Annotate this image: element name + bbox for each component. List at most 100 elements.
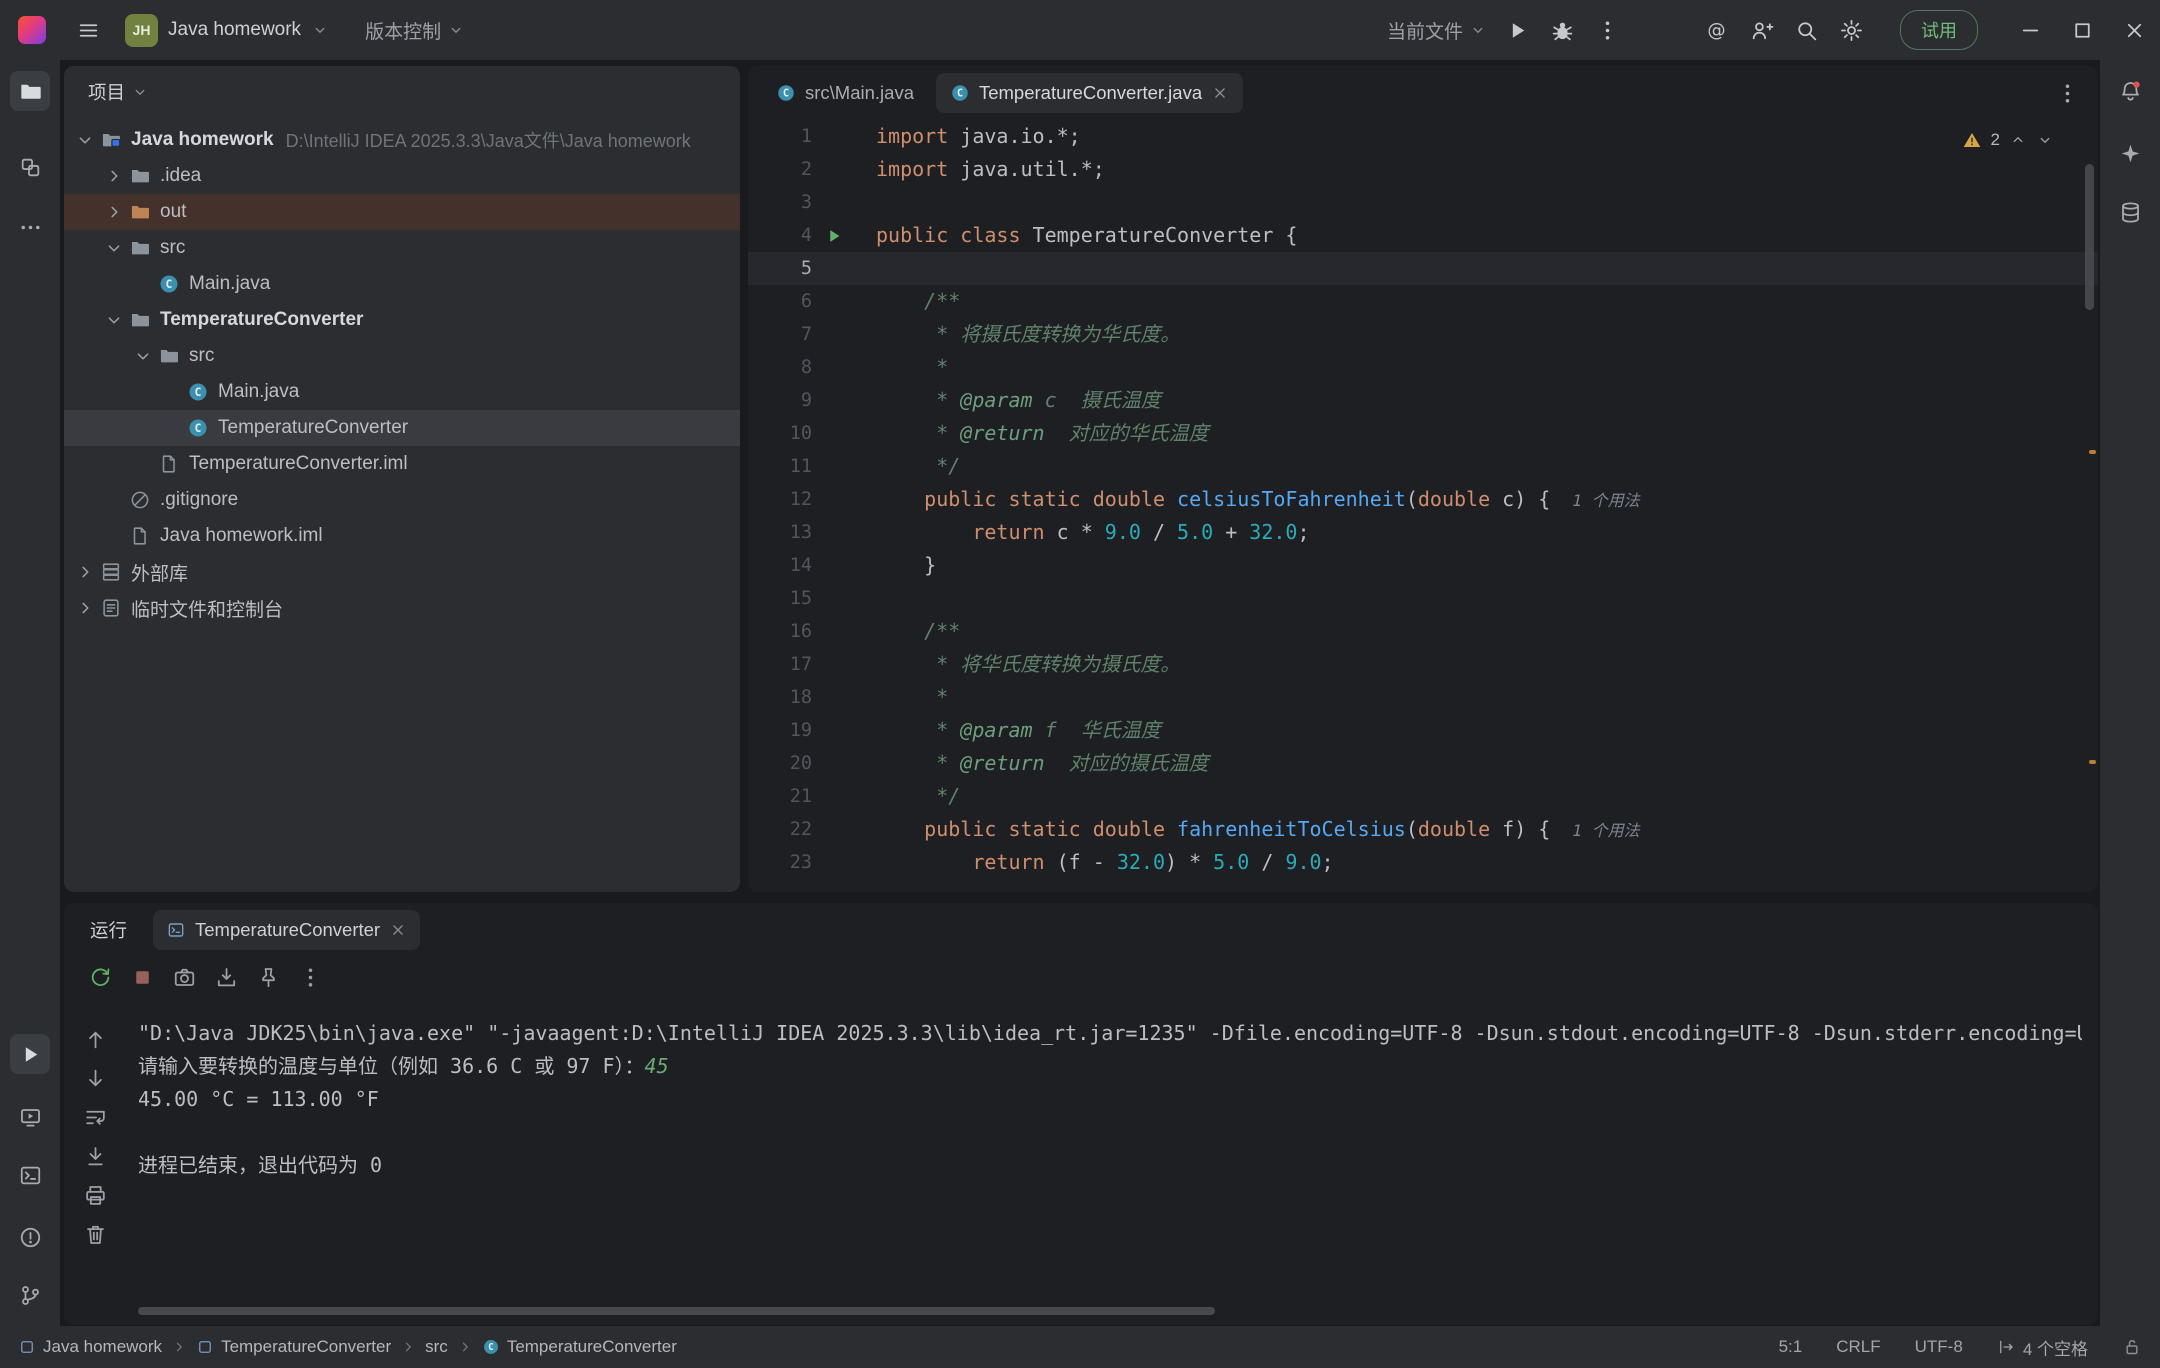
stop-icon[interactable] — [130, 965, 155, 990]
indent-setting[interactable]: 4 个空格 — [1997, 1335, 2088, 1360]
code-line-11[interactable]: 11 */ — [748, 450, 2098, 483]
project-panel-header[interactable]: 项目 — [64, 66, 740, 118]
settings-icon[interactable] — [1839, 18, 1864, 43]
run-line-icon[interactable] — [824, 226, 844, 246]
soft-wrap-icon[interactable] — [83, 1105, 108, 1130]
chevron-down-icon[interactable] — [103, 237, 125, 259]
code-line-18[interactable]: 18 * — [748, 681, 2098, 714]
prev-occurrence-icon[interactable] — [83, 1027, 108, 1052]
project-widget[interactable]: JH Java homework — [125, 14, 329, 47]
more-actions-icon[interactable] — [1595, 18, 1620, 43]
search-everywhere-icon[interactable] — [1794, 18, 1819, 43]
clear-all-icon[interactable] — [83, 1222, 108, 1247]
line-separator[interactable]: CRLF — [1836, 1337, 1880, 1357]
code-line-17[interactable]: 17 * 将华氏度转换为摄氏度。 — [748, 648, 2098, 681]
tree-item-tc-iml[interactable]: TemperatureConverter.iml — [64, 446, 740, 482]
tab-temperatureconverter-java[interactable]: C TemperatureConverter.java — [936, 73, 1243, 113]
editor-options-icon[interactable] — [2055, 81, 2080, 106]
code-line-20[interactable]: 20 * @return 对应的摄氏温度 — [748, 747, 2098, 780]
tree-item-java-homework[interactable]: Java homeworkD:\IntelliJ IDEA 2025.3.3\J… — [64, 122, 740, 158]
code-line-5[interactable]: 5 — [748, 252, 2098, 285]
chevron-down-icon[interactable] — [74, 129, 96, 151]
more-tools-icon[interactable] — [10, 207, 50, 247]
code-line-13[interactable]: 13 return c * 9.0 / 5.0 + 32.0; — [748, 516, 2098, 549]
debug-button[interactable] — [1550, 18, 1575, 43]
maximize-button[interactable] — [2056, 0, 2108, 60]
code-line-19[interactable]: 19 * @param f 华氏温度 — [748, 714, 2098, 747]
run-tool-icon[interactable] — [10, 1034, 50, 1074]
usages-inlay-hint[interactable]: 1 个用法 — [1572, 491, 1639, 510]
tree-item-gitign[interactable]: .gitignore — [64, 482, 740, 518]
prev-warning-icon[interactable] — [2009, 131, 2027, 149]
tree-item-java-homework-iml[interactable]: Java homework.iml — [64, 518, 740, 554]
code-line-10[interactable]: 10 * @return 对应的华氏温度 — [748, 417, 2098, 450]
project-tool-icon[interactable] — [10, 71, 50, 111]
terminal-tool-icon[interactable] — [10, 1155, 50, 1195]
ai-chat-icon[interactable]: @ — [1704, 18, 1729, 43]
problems-tool-icon[interactable] — [10, 1217, 50, 1257]
code-editor[interactable]: 1import java.io.*;2import java.util.*;34… — [748, 120, 2098, 892]
vcs-widget[interactable]: 版本控制 — [365, 17, 465, 44]
pin-tab-icon[interactable] — [256, 965, 281, 990]
breadcrumb-item[interactable]: Java homework — [18, 1337, 162, 1357]
tree-item-scratches[interactable]: 临时文件和控制台 — [64, 590, 740, 626]
chevron-right-icon[interactable] — [103, 165, 125, 187]
tree-item-temperatureconverter-module[interactable]: TemperatureConverter — [64, 302, 740, 338]
notifications-icon[interactable] — [2110, 71, 2150, 111]
thread-dump-icon[interactable] — [172, 965, 197, 990]
tab-src-main-java[interactable]: C src\Main.java — [762, 73, 928, 113]
code-line-23[interactable]: 23 return (f - 32.0) * 5.0 / 9.0; — [748, 846, 2098, 879]
minimize-button[interactable] — [2004, 0, 2056, 60]
more-options-icon[interactable] — [298, 965, 323, 990]
scroll-to-end-icon[interactable] — [83, 1144, 108, 1169]
tree-item-external-libraries[interactable]: 外部库 — [64, 554, 740, 590]
save-output-icon[interactable] — [214, 965, 239, 990]
code-line-15[interactable]: 15 — [748, 582, 2098, 615]
code-line-12[interactable]: 12 public static double celsiusToFahrenh… — [748, 483, 2098, 516]
tree-item-main-java[interactable]: CMain.java — [64, 266, 740, 302]
tree-item-src-folder[interactable]: src — [64, 230, 740, 266]
code-line-7[interactable]: 7 * 将摄氏度转换为华氏度。 — [748, 318, 2098, 351]
chevron-down-icon[interactable] — [132, 345, 154, 367]
code-line-2[interactable]: 2import java.util.*; — [748, 153, 2098, 186]
code-line-4[interactable]: 4public class TemperatureConverter { — [748, 219, 2098, 252]
structure-tool-icon[interactable] — [10, 147, 50, 187]
chevron-right-icon[interactable] — [74, 561, 96, 583]
tree-item-idea-folder[interactable]: .idea — [64, 158, 740, 194]
write-access-icon[interactable] — [2122, 1337, 2142, 1357]
breadcrumb-item[interactable]: TemperatureConverter — [196, 1337, 391, 1357]
ai-assistant-icon[interactable] — [2110, 133, 2150, 173]
code-line-1[interactable]: 1import java.io.*; — [748, 120, 2098, 153]
chevron-right-icon[interactable] — [103, 201, 125, 223]
run-config-widget[interactable]: 当前文件 — [1387, 17, 1487, 44]
file-encoding[interactable]: UTF-8 — [1915, 1337, 1963, 1357]
services-tool-icon[interactable] — [10, 1097, 50, 1137]
inspections-widget[interactable]: 2 — [1962, 130, 2054, 150]
caret-position[interactable]: 5:1 — [1779, 1337, 1803, 1357]
code-line-16[interactable]: 16 /** — [748, 615, 2098, 648]
code-with-me-icon[interactable] — [1749, 18, 1774, 43]
close-button[interactable] — [2108, 0, 2160, 60]
run-tab-temperatureconverter[interactable]: TemperatureConverter — [153, 910, 420, 950]
version-control-tool-icon[interactable] — [10, 1275, 50, 1315]
console-scrollbar[interactable] — [138, 1307, 1215, 1315]
breadcrumb-item[interactable]: src — [425, 1337, 448, 1357]
code-line-6[interactable]: 6 /** — [748, 285, 2098, 318]
main-menu-icon[interactable] — [76, 18, 101, 43]
tree-item-tc-src-folder[interactable]: src — [64, 338, 740, 374]
print-icon[interactable] — [83, 1183, 108, 1208]
tree-item-tc-main-java[interactable]: CMain.java — [64, 374, 740, 410]
rerun-icon[interactable] — [88, 965, 113, 990]
chevron-right-icon[interactable] — [74, 597, 96, 619]
database-icon[interactable] — [2110, 192, 2150, 232]
code-line-22[interactable]: 22 public static double fahrenheitToCels… — [748, 813, 2098, 846]
next-warning-icon[interactable] — [2036, 131, 2054, 149]
breadcrumb-item[interactable]: CTemperatureConverter — [482, 1337, 677, 1357]
run-button[interactable] — [1505, 18, 1530, 43]
tree-item-out-folder[interactable]: out — [64, 194, 740, 230]
trial-badge[interactable]: 试用 — [1900, 10, 1978, 50]
close-tab-icon[interactable] — [1211, 84, 1229, 102]
code-line-8[interactable]: 8 * — [748, 351, 2098, 384]
close-tab-icon[interactable] — [389, 921, 407, 939]
chevron-down-icon[interactable] — [103, 309, 125, 331]
